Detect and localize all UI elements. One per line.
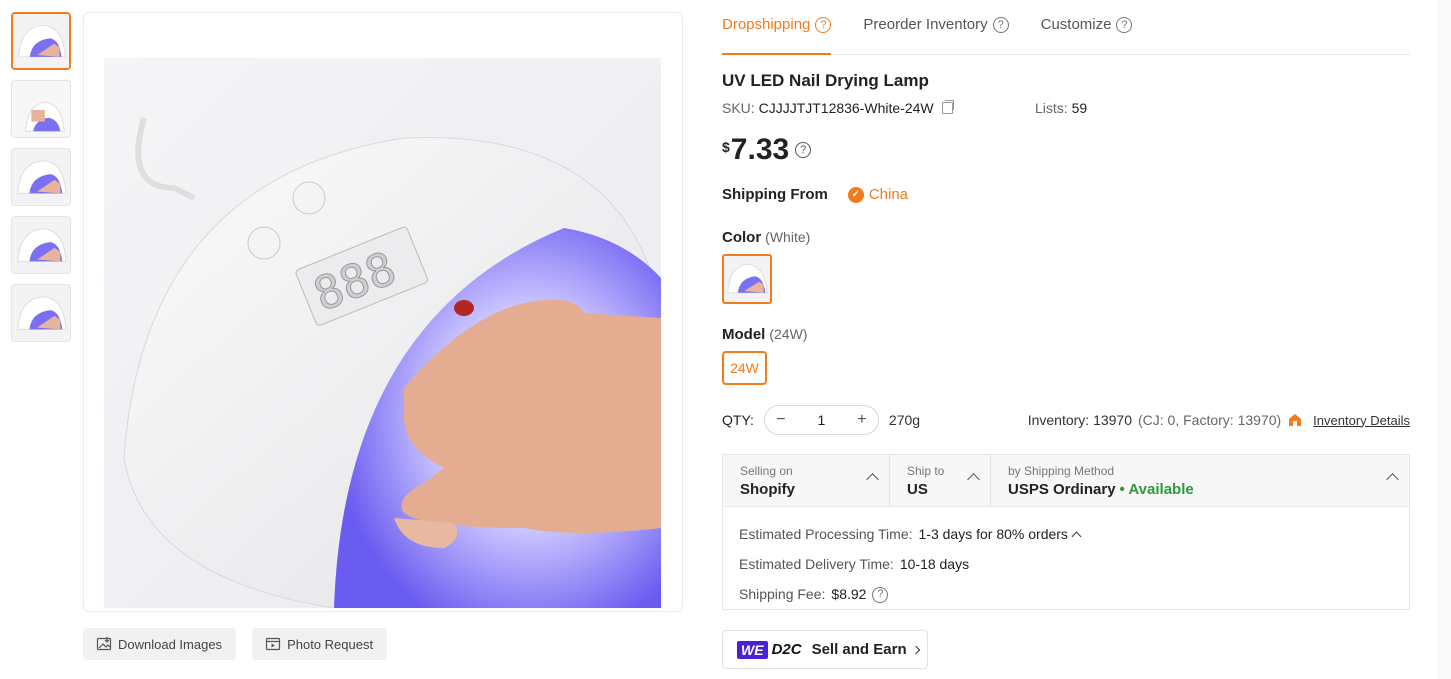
thumbnail-3[interactable] <box>11 148 71 206</box>
inventory-details-link[interactable]: Inventory Details <box>1313 413 1410 428</box>
lists-value: 59 <box>1071 100 1088 116</box>
shipping-method-selector[interactable]: by Shipping Method USPS Ordinary • Availa… <box>991 455 1409 506</box>
delivery-time-row: Estimated Delivery Time: 10-18 days <box>739 549 1409 579</box>
price-amount: 7.33 <box>730 133 790 166</box>
color-selected: (White) <box>765 229 811 245</box>
page-scrollbar[interactable] <box>1437 0 1451 679</box>
qty-label: QTY: <box>722 412 754 428</box>
processing-time-label: Estimated Processing Time: <box>739 526 913 542</box>
lists-label: Lists: <box>1035 100 1068 116</box>
download-images-button[interactable]: Download Images <box>83 628 237 660</box>
d2c-logo: D2C <box>771 641 802 658</box>
help-circle-icon[interactable]: ? <box>795 142 812 158</box>
price-currency: $ <box>722 139 730 155</box>
copy-icon[interactable] <box>941 100 954 114</box>
inventory-total: Inventory: 13970 <box>1027 412 1132 428</box>
model-selected: (24W) <box>769 326 808 342</box>
thumbnail-4[interactable] <box>11 216 71 274</box>
selling-on-value: Shopify <box>740 481 795 498</box>
ship-to-value: US <box>907 481 928 498</box>
shipping-from: Shipping From ✓ China <box>722 186 908 203</box>
ship-to-selector[interactable]: Ship to US <box>890 455 991 506</box>
sku-label: SKU: <box>722 100 755 116</box>
shipping-fee-label: Shipping Fee: <box>739 586 826 602</box>
sell-and-earn-button[interactable]: WE D2C Sell and Earn <box>722 630 928 669</box>
color-option-white[interactable] <box>722 254 772 304</box>
inventory-breakdown: (CJ: 0, Factory: 13970) <box>1138 412 1282 428</box>
image-download-icon <box>96 637 112 651</box>
shipping-from-label: Shipping From <box>722 186 828 203</box>
availability-status: • Available <box>1119 481 1194 498</box>
minus-icon[interactable]: − <box>773 411 789 429</box>
help-circle-icon[interactable]: ? <box>815 17 832 33</box>
quantity-input[interactable] <box>801 412 842 428</box>
shipping-method-value: USPS Ordinary <box>1008 481 1116 498</box>
shipping-method-label: by Shipping Method <box>1008 464 1115 478</box>
model-option-24w[interactable]: 24W <box>722 351 767 385</box>
help-circle-icon[interactable]: ? <box>992 17 1009 33</box>
image-actions: Download Images Photo Request <box>83 628 388 660</box>
processing-time-row: Estimated Processing Time: 1-3 days for … <box>739 519 1409 549</box>
tab-dropshipping[interactable]: Dropshipping ? <box>722 0 832 55</box>
tab-customize-label: Customize <box>1040 16 1112 33</box>
shipping-estimates: Estimated Processing Time: 1-3 days for … <box>723 507 1409 609</box>
delivery-time-value: 10-18 days <box>899 556 970 572</box>
check-circle-icon: ✓ <box>847 186 864 203</box>
product-detail-panel: Dropshipping ? Preorder Inventory ? Cust… <box>722 0 1410 669</box>
video-request-icon <box>265 637 281 651</box>
help-circle-icon[interactable]: ? <box>1116 17 1133 33</box>
shipping-options-header: Selling on Shopify Ship to US by Shippin… <box>723 455 1409 507</box>
we-logo: WE <box>737 640 768 659</box>
ship-to-label: Ship to <box>907 464 945 478</box>
photo-request-button[interactable]: Photo Request <box>252 628 388 660</box>
tab-customize[interactable]: Customize ? <box>1041 0 1133 54</box>
inventory-info: Inventory: 13970 (CJ: 0, Factory: 13970)… <box>1028 404 1410 436</box>
model-label: Model <box>722 326 766 343</box>
warehouse-icon <box>1289 414 1302 426</box>
shipping-fee-row: Shipping Fee: $8.92 ? <box>739 579 1409 609</box>
main-product-image[interactable]: 888 <box>83 12 683 612</box>
product-weight: 270g <box>888 412 921 428</box>
thumbnail-list <box>11 12 71 352</box>
quantity-stepper: − + <box>763 405 879 435</box>
lists-count: Lists: 59 <box>1035 100 1087 116</box>
shipping-from-option[interactable]: ✓ China <box>847 186 909 203</box>
chevron-right-icon <box>911 645 920 654</box>
processing-time-value: 1-3 days for 80% orders <box>918 526 1068 542</box>
color-attribute: Color (White) <box>722 229 810 246</box>
thumbnail-1[interactable] <box>11 12 71 70</box>
sell-and-earn-label: Sell and Earn <box>811 641 907 658</box>
delivery-time-label: Estimated Delivery Time: <box>739 556 894 572</box>
purchase-mode-tabs: Dropshipping ? Preorder Inventory ? Cust… <box>722 0 1410 55</box>
selling-on-selector[interactable]: Selling on Shopify <box>723 455 890 506</box>
plus-icon[interactable]: + <box>854 411 870 429</box>
thumbnail-2[interactable] <box>11 80 71 138</box>
tab-preorder-label: Preorder Inventory <box>863 16 988 33</box>
help-circle-icon[interactable]: ? <box>872 586 889 603</box>
shipping-from-value: China <box>868 186 909 203</box>
sku-value: CJJJJTJT12836-White-24W <box>758 100 934 116</box>
chevron-up-icon[interactable] <box>1071 531 1082 541</box>
quantity-row: QTY: − + 270g Inventory: 13970 (CJ: 0, F… <box>722 404 1410 436</box>
download-images-label: Download Images <box>118 636 223 652</box>
product-title: UV LED Nail Drying Lamp <box>722 71 929 90</box>
thumbnail-5[interactable] <box>11 284 71 342</box>
shipping-box: Selling on Shopify Ship to US by Shippin… <box>722 454 1410 610</box>
price: $ 7.33 ? <box>722 133 812 167</box>
selling-on-label: Selling on <box>740 464 793 478</box>
color-label: Color <box>722 229 762 246</box>
sku-row: SKU: CJJJJTJT12836-White-24W Lists: 59 <box>722 100 1410 116</box>
tab-dropshipping-label: Dropshipping <box>722 16 811 33</box>
shipping-fee-value: $8.92 <box>831 586 867 602</box>
nail-lamp-illustration: 888 <box>104 58 661 608</box>
model-attribute: Model (24W) <box>722 326 807 343</box>
tab-preorder-inventory[interactable]: Preorder Inventory ? <box>863 0 1009 54</box>
photo-request-label: Photo Request <box>287 636 374 652</box>
